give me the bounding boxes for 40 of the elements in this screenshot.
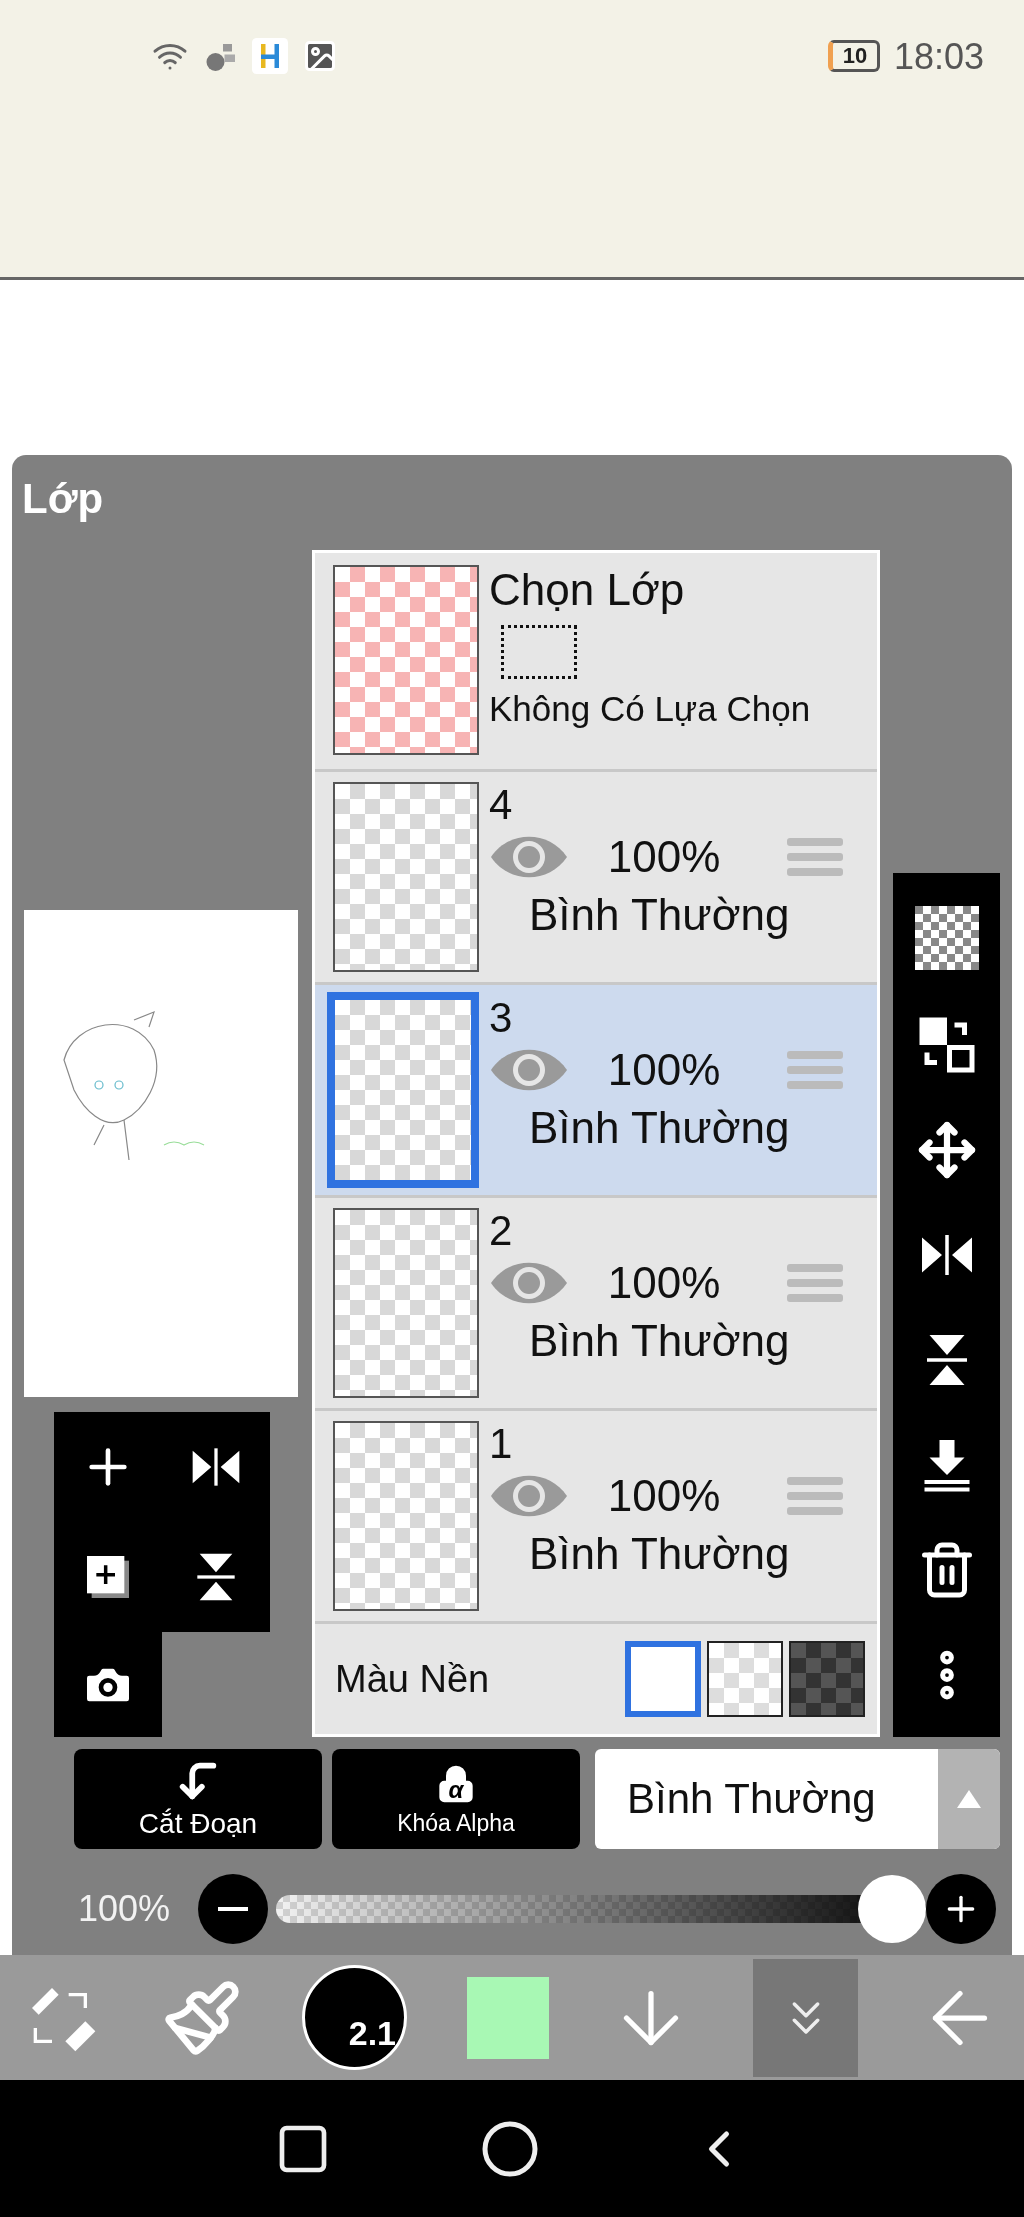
layer-opacity: 100% — [606, 1471, 722, 1521]
layer-row[interactable]: 1 100% Bình Thường — [315, 1411, 877, 1624]
background-color-label: Màu Nền — [335, 1657, 491, 1701]
layer-name: 4 — [489, 782, 514, 828]
layer-blend-mode: Bình Thường — [529, 1529, 791, 1579]
layer-row[interactable]: 2 100% Bình Thường — [315, 1198, 877, 1411]
layer-name: 3 — [489, 995, 514, 1041]
background-swatch[interactable] — [707, 1641, 783, 1717]
layer-row[interactable]: 4 100% Bình Thường — [315, 772, 877, 985]
blend-mode-dropdown[interactable]: Bình Thường — [595, 1749, 1000, 1849]
selection-layer-title: Chọn Lớp — [489, 565, 686, 615]
layer-blend-mode: Bình Thường — [529, 890, 791, 940]
layer-blend-mode: Bình Thường — [529, 1103, 791, 1153]
opacity-slider[interactable] — [276, 1875, 926, 1943]
selection-marquee-icon — [501, 625, 577, 679]
app-notification-icon — [252, 38, 288, 74]
brush-size-button[interactable]: 2.1 — [302, 1965, 407, 2070]
layer-opacity: 100% — [606, 1045, 722, 1095]
clipping-button[interactable]: Cắt Đoạn — [74, 1749, 322, 1849]
background-swatch[interactable] — [625, 1641, 701, 1717]
layer-opacity: 100% — [606, 832, 722, 882]
layer-opacity: 100% — [606, 1258, 722, 1308]
layer-name: 2 — [489, 1208, 514, 1254]
clock-time: 18:03 — [893, 36, 984, 78]
selection-status: Không Có Lựa Chọn — [489, 689, 811, 729]
image-icon — [302, 38, 338, 74]
camera-button[interactable] — [54, 1632, 162, 1737]
opacity-reading: 100% — [78, 1888, 172, 1930]
move-icon[interactable] — [916, 1119, 977, 1180]
minus-icon — [218, 1907, 248, 1911]
checkerboard-icon[interactable] — [914, 905, 979, 970]
panel-title: Lớp — [21, 474, 105, 524]
layer-row[interactable]: 3 100% Bình Thường — [315, 985, 877, 1198]
background-swatch[interactable] — [789, 1641, 865, 1717]
alpha-lock-button[interactable]: α Khóa Alpha — [332, 1749, 580, 1849]
battery-indicator: 10 — [827, 40, 880, 72]
color-swatch[interactable] — [467, 1976, 549, 2059]
layer-name: 1 — [489, 1421, 514, 1467]
layer-blend-mode: Bình Thường — [529, 1316, 791, 1366]
selection-layer-row[interactable]: Chọn Lớp Không Có Lựa Chọn — [315, 553, 877, 772]
